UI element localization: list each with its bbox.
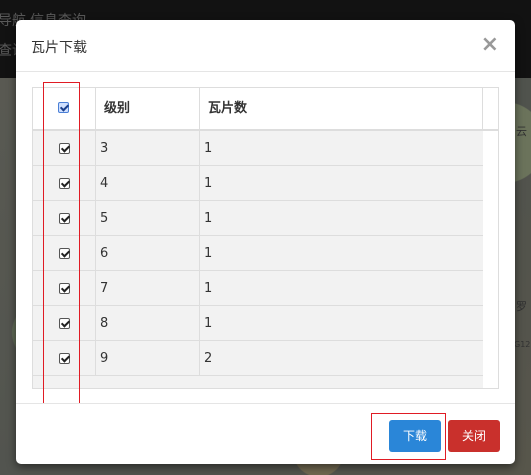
download-button[interactable]: 下载 xyxy=(389,420,441,452)
tiles-cell: 2 xyxy=(204,351,213,366)
tile-download-dialog: 瓦片下载 × 级别 瓦片数 31415161718192 下载 关闭 xyxy=(16,20,515,464)
table-row[interactable] xyxy=(33,376,483,388)
table-row[interactable]: 71 xyxy=(33,271,483,306)
modal-title: 瓦片下载 xyxy=(31,40,87,56)
table-row[interactable]: 81 xyxy=(33,306,483,341)
tiles-cell: 1 xyxy=(204,141,213,156)
table-row[interactable]: 92 xyxy=(33,341,483,376)
table-row[interactable]: 51 xyxy=(33,201,483,236)
column-header-tiles[interactable]: 瓦片数 xyxy=(200,88,483,129)
tile-table: 级别 瓦片数 31415161718192 xyxy=(32,87,499,389)
tiles-cell: 1 xyxy=(204,281,213,296)
level-cell: 3 xyxy=(96,131,200,165)
level-cell: 4 xyxy=(96,166,200,200)
modal-header: 瓦片下载 × xyxy=(16,20,515,72)
column-header-level[interactable]: 级别 xyxy=(96,88,200,129)
level-cell: 9 xyxy=(96,341,200,375)
table-body: 31415161718192 xyxy=(33,131,483,388)
close-icon[interactable]: × xyxy=(481,34,499,56)
checkbox-column-highlight xyxy=(43,82,80,404)
table-scrollbar[interactable] xyxy=(498,130,499,388)
close-button[interactable]: 关闭 xyxy=(448,420,500,452)
level-cell: 5 xyxy=(96,201,200,235)
tiles-cell: 1 xyxy=(204,176,213,191)
tiles-cell: 1 xyxy=(204,246,213,261)
table-row[interactable]: 61 xyxy=(33,236,483,271)
modal-body: 级别 瓦片数 31415161718192 xyxy=(16,72,515,404)
modal-footer: 下载 关闭 xyxy=(16,403,515,464)
tiles-cell: 1 xyxy=(204,211,213,226)
level-cell: 7 xyxy=(96,271,200,305)
tiles-cell: 1 xyxy=(204,316,213,331)
table-row[interactable]: 41 xyxy=(33,166,483,201)
table-header: 级别 瓦片数 xyxy=(33,88,498,131)
level-cell: 6 xyxy=(96,236,200,270)
table-row[interactable]: 31 xyxy=(33,131,483,166)
level-cell: 8 xyxy=(96,306,200,340)
